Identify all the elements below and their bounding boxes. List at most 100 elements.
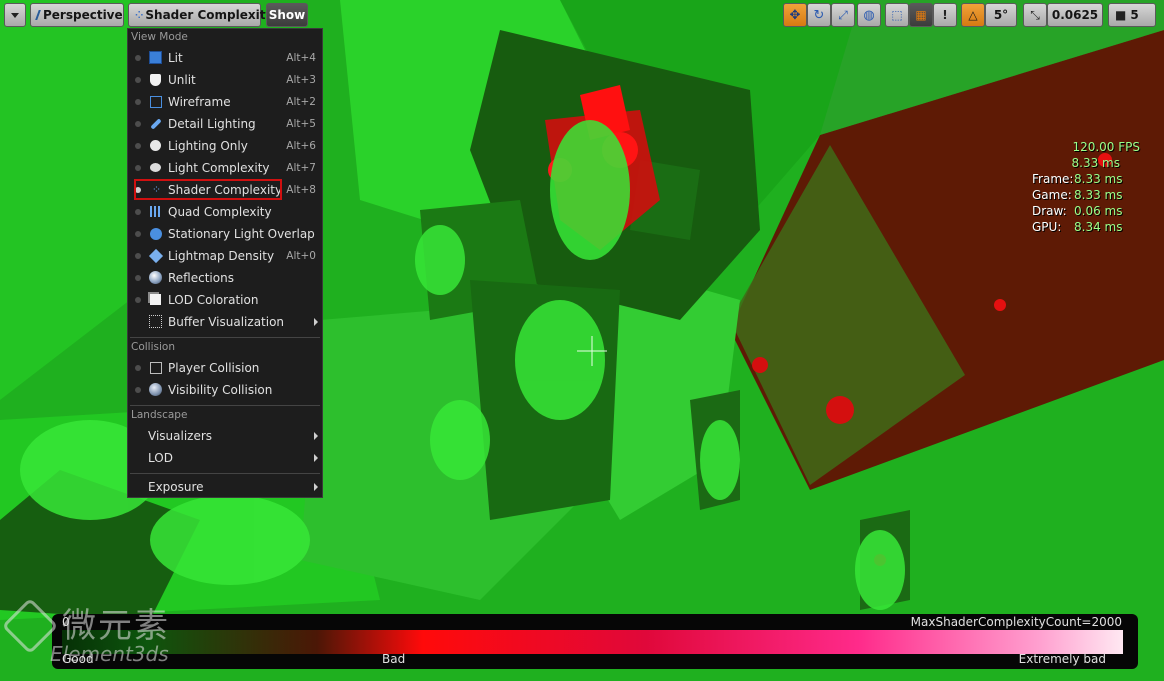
buffer-grid-icon bbox=[148, 314, 163, 329]
menu-item-exposure[interactable]: Exposure bbox=[130, 476, 320, 497]
radio-dot bbox=[135, 120, 141, 127]
globe-icon: ◍ bbox=[863, 7, 875, 23]
viewport-options-button[interactable] bbox=[4, 3, 26, 27]
show-button[interactable]: Show bbox=[266, 3, 308, 27]
scale-arrow-icon: ⤡ bbox=[1030, 7, 1040, 22]
lighting-only-icon bbox=[148, 138, 163, 153]
frame-label: Frame: bbox=[1032, 172, 1074, 186]
rotation-snap-toggle[interactable]: △ bbox=[961, 3, 985, 27]
quad-grid-icon bbox=[148, 204, 163, 219]
translate-mode-button[interactable]: ✥ bbox=[783, 3, 807, 27]
menu-item-detail-lighting[interactable]: Detail Lighting Alt+5 bbox=[130, 113, 320, 134]
perspective-cube-icon bbox=[35, 10, 41, 20]
scale-snap-value[interactable]: 0.0625 bbox=[1047, 3, 1103, 27]
view-mode-menu: View Mode Lit Alt+4 Unlit Alt+3 Wirefram… bbox=[127, 28, 323, 498]
menu-item-visibility-collision[interactable]: Visibility Collision bbox=[130, 379, 320, 400]
menu-item-visualizers[interactable]: Visualizers bbox=[130, 425, 320, 446]
flashlight-icon bbox=[148, 116, 163, 131]
watermark-logo: 微元素 Element3ds bbox=[1, 597, 210, 678]
menu-item-wireframe[interactable]: Wireframe Alt+2 bbox=[130, 91, 320, 112]
world-local-toggle[interactable]: ◍ bbox=[857, 3, 881, 27]
wireframe-cube-icon bbox=[148, 94, 163, 109]
layers-icon bbox=[148, 248, 163, 263]
chevron-down-icon bbox=[11, 12, 19, 18]
legend-bad-label: Bad bbox=[382, 652, 406, 666]
grid-snap-value[interactable]: ! bbox=[933, 3, 957, 27]
menu-item-reflections[interactable]: Reflections bbox=[130, 267, 320, 288]
game-value: 8.33 ms bbox=[1074, 188, 1123, 202]
menu-item-lightmap-density[interactable]: Lightmap Density Alt+0 bbox=[130, 245, 320, 266]
shield-icon bbox=[148, 72, 163, 87]
radio-dot bbox=[135, 386, 141, 393]
sphere-icon bbox=[148, 226, 163, 241]
ms-readout: 8.33 ms bbox=[1071, 156, 1120, 170]
menu-item-stationary-light-overlap[interactable]: Stationary Light Overlap bbox=[130, 223, 320, 244]
complexity-gradient-bar bbox=[62, 630, 1123, 654]
submenu-arrow-icon bbox=[314, 453, 318, 462]
menu-item-unlit[interactable]: Unlit Alt+3 bbox=[130, 69, 320, 90]
menu-item-lod[interactable]: LOD bbox=[130, 447, 320, 468]
radio-dot bbox=[135, 54, 141, 61]
surface-snap-icon: ⬚ bbox=[891, 8, 903, 22]
wire-cube-icon bbox=[148, 360, 163, 375]
radio-dot bbox=[135, 274, 141, 281]
angle-icon: △ bbox=[968, 8, 978, 22]
menu-item-lighting-only[interactable]: Lighting Only Alt+6 bbox=[130, 135, 320, 156]
radio-dot bbox=[135, 164, 141, 171]
sphere-icon bbox=[148, 382, 163, 397]
menu-item-lit[interactable]: Lit Alt+4 bbox=[130, 47, 320, 68]
stats-overlay: 120.00 FPS 8.33 ms Frame: 8.33 ms Game: … bbox=[1030, 138, 1140, 238]
scale-icon: ⤢ bbox=[838, 7, 848, 22]
shader-complexity-legend: 0 MaxShaderComplexityCount=2000 Good Bad… bbox=[52, 614, 1138, 669]
camera-icon: ■ bbox=[1115, 8, 1127, 22]
frame-value: 8.33 ms bbox=[1074, 172, 1123, 186]
draw-label: Draw: bbox=[1032, 204, 1067, 218]
exclamation-icon: ! bbox=[942, 8, 948, 22]
perspective-button[interactable]: Perspective bbox=[30, 3, 124, 27]
view-mode-header: View Mode bbox=[131, 31, 188, 43]
move-arrows-icon: ✥ bbox=[789, 7, 801, 23]
menu-item-buffer-visualization[interactable]: Buffer Visualization bbox=[130, 311, 320, 332]
rotation-snap-value[interactable]: 5° bbox=[985, 3, 1017, 27]
menu-separator bbox=[130, 337, 320, 338]
grid-snap-toggle[interactable]: ▦ bbox=[909, 3, 933, 27]
selection-highlight bbox=[134, 179, 282, 200]
radio-dot bbox=[135, 364, 141, 371]
scale-snap-toggle[interactable]: ⤡ bbox=[1023, 3, 1047, 27]
legend-extremely-bad-label: Extremely bad bbox=[1018, 652, 1106, 666]
rotate-mode-button[interactable]: ↻ bbox=[807, 3, 831, 27]
submenu-arrow-icon bbox=[314, 317, 318, 326]
grid-icon: ▦ bbox=[915, 8, 927, 22]
menu-separator bbox=[130, 473, 320, 474]
radio-dot bbox=[135, 230, 141, 237]
draw-value: 0.06 ms bbox=[1074, 204, 1123, 218]
gpu-label: GPU: bbox=[1032, 220, 1062, 234]
rotate-icon: ↻ bbox=[813, 7, 825, 23]
surface-snap-button[interactable]: ⬚ bbox=[885, 3, 909, 27]
radio-dot bbox=[135, 208, 141, 215]
light-complexity-icon bbox=[148, 160, 163, 175]
watermark-cn-text: 微元素 bbox=[62, 606, 170, 646]
camera-speed-button[interactable]: ■ 5 bbox=[1108, 3, 1156, 27]
radio-dot bbox=[135, 142, 141, 149]
scale-mode-button[interactable]: ⤢ bbox=[831, 3, 855, 27]
fps-readout: 120.00 FPS bbox=[1072, 140, 1140, 154]
view-mode-button[interactable]: ⁘ Shader Complexity bbox=[128, 3, 273, 27]
cube-icon bbox=[148, 50, 163, 65]
menu-item-lod-coloration[interactable]: LOD Coloration bbox=[130, 289, 320, 310]
submenu-arrow-icon bbox=[314, 431, 318, 440]
radio-dot bbox=[135, 76, 141, 83]
legend-max-label: MaxShaderComplexityCount=2000 bbox=[910, 615, 1122, 629]
shader-complexity-icon: ⁘ bbox=[135, 9, 144, 21]
reflection-sphere-icon bbox=[148, 270, 163, 285]
menu-item-light-complexity[interactable]: Light Complexity Alt+7 bbox=[130, 157, 320, 178]
menu-item-quad-complexity[interactable]: Quad Complexity bbox=[130, 201, 320, 222]
collision-header: Collision bbox=[131, 341, 175, 353]
radio-dot bbox=[135, 98, 141, 105]
watermark-en-text: Element3ds bbox=[50, 642, 169, 666]
submenu-arrow-icon bbox=[314, 482, 318, 491]
menu-separator bbox=[130, 405, 320, 406]
radio-dot bbox=[135, 296, 141, 303]
menu-item-player-collision[interactable]: Player Collision bbox=[130, 357, 320, 378]
landscape-header: Landscape bbox=[131, 409, 188, 421]
